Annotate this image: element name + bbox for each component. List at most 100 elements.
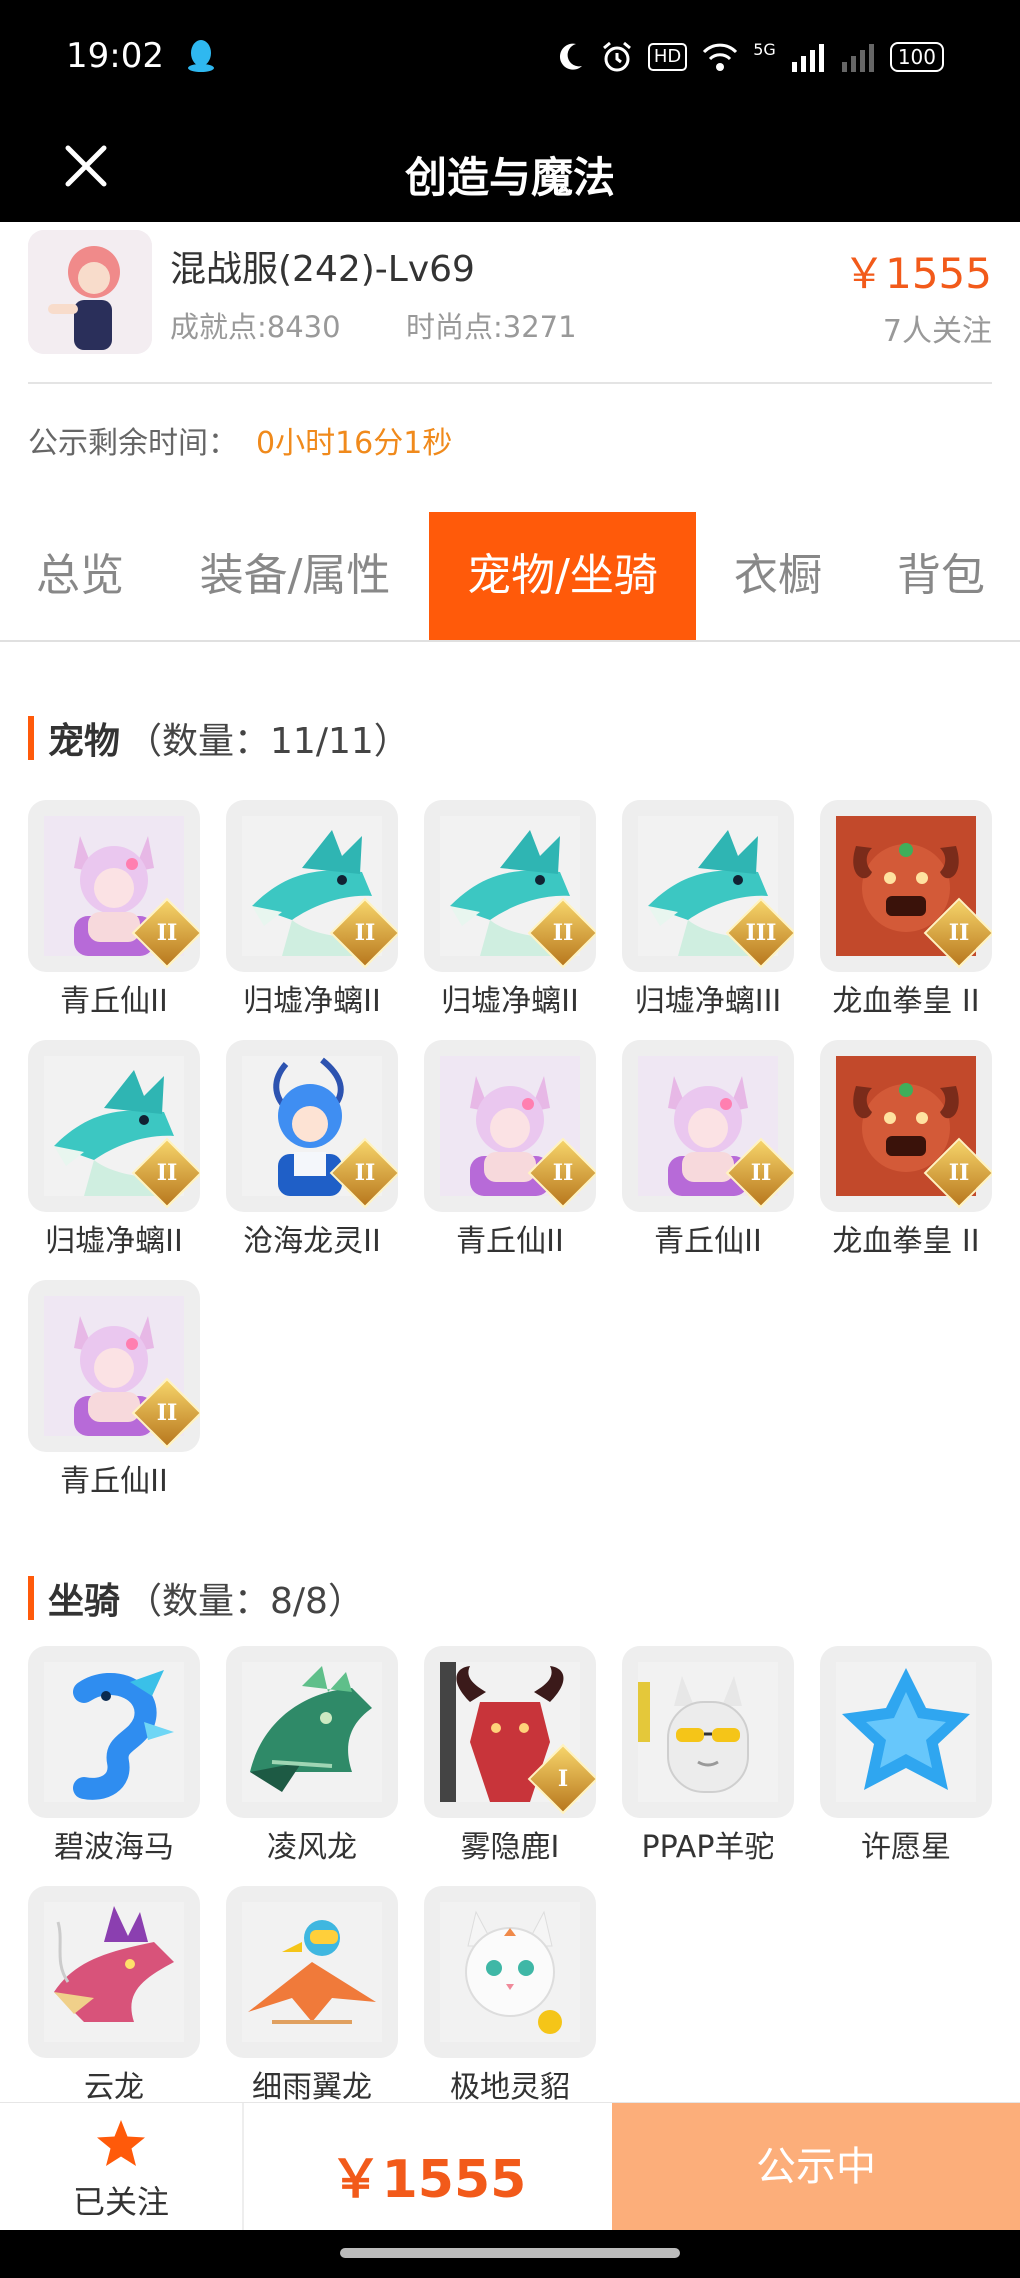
- cyan-dragon-icon: II: [28, 1040, 200, 1212]
- item-name: 青丘仙II: [60, 1464, 168, 1499]
- item-name: 龙血拳皇 II: [832, 984, 980, 1019]
- pet-item[interactable]: II 归墟净螭II: [226, 800, 398, 1030]
- pet-item[interactable]: II 青丘仙II: [424, 1040, 596, 1270]
- navigation-bar: 创造与魔法: [0, 118, 1020, 222]
- red-demon-icon: II: [820, 1040, 992, 1212]
- bottom-price: ￥1555: [329, 2150, 527, 2210]
- pet-item[interactable]: II 归墟净螭II: [28, 1040, 200, 1270]
- tab-pets-mounts[interactable]: 宠物/坐骑: [429, 512, 696, 640]
- grade-label: II: [552, 920, 574, 946]
- item-name: 极地灵貂: [450, 2070, 570, 2102]
- moon-icon: [559, 43, 582, 70]
- hd-icon: HD: [647, 43, 688, 71]
- grade-label: II: [948, 920, 970, 946]
- fox-girl-icon: II: [28, 1280, 200, 1452]
- status-time: 19:02: [66, 36, 164, 76]
- tab-wardrobe[interactable]: 衣橱: [700, 512, 856, 640]
- fox-girl-icon: II: [622, 1040, 794, 1212]
- grade-label: II: [156, 920, 178, 946]
- network-5g-label: 5G: [753, 40, 776, 59]
- seahorse-icon-art: [44, 1662, 184, 1802]
- cyan-dragon-icon: II: [226, 800, 398, 972]
- grade-label: II: [354, 1160, 376, 1186]
- pet-item[interactable]: III 归墟净螭III: [622, 800, 794, 1030]
- mount-item[interactable]: 许愿星: [820, 1646, 992, 1876]
- server-level: 混战服(242)-Lv69: [170, 249, 475, 290]
- account-price: ￥1555: [843, 249, 992, 298]
- mount-item[interactable]: 碧波海马: [28, 1646, 200, 1876]
- cyan-dragon-icon: III: [622, 800, 794, 972]
- pet-item[interactable]: II 归墟净螭II: [424, 800, 596, 1030]
- tab-overview[interactable]: 总览: [0, 512, 160, 640]
- pet-item[interactable]: II 沧海龙灵II: [226, 1040, 398, 1270]
- item-name: 归墟净螭II: [243, 984, 381, 1019]
- green-dragon-icon-art: [242, 1662, 382, 1802]
- seahorse-icon: [28, 1646, 200, 1818]
- pets-section-title: 宠物 （数量：11/11）: [28, 712, 410, 764]
- tab-backpack[interactable]: 背包: [866, 512, 1016, 640]
- grade-label: II: [948, 1160, 970, 1186]
- tab-bar: 总览 装备/属性 宠物/坐骑 衣橱 背包: [0, 512, 1020, 642]
- green-dragon-icon: [226, 1646, 398, 1818]
- mount-item[interactable]: 凌风龙: [226, 1646, 398, 1876]
- home-indicator: [340, 2248, 680, 2258]
- red-deer-icon: I: [424, 1646, 596, 1818]
- follow-button[interactable]: 已关注: [0, 2103, 242, 2231]
- alarm-icon: [602, 41, 631, 72]
- mount-item[interactable]: 极地灵貂: [424, 1886, 596, 2102]
- pet-item[interactable]: II 龙血拳皇 II: [820, 1040, 992, 1270]
- pet-item[interactable]: II 龙血拳皇 II: [820, 800, 992, 1030]
- pterosaur-icon-art: [242, 1902, 382, 2042]
- status-bar: 19:02 HD 5G 100: [0, 0, 1020, 118]
- fox-girl-icon: II: [424, 1040, 596, 1212]
- remaining-time-value: 0小时16分1秒: [256, 426, 453, 461]
- pets-title: 宠物: [48, 721, 121, 762]
- pets-mounts-content: 宠物 （数量：11/11） II 青丘仙II II 归墟净螭II II 归墟净螭II III…: [0, 642, 1020, 2102]
- item-name: 龙血拳皇 II: [832, 1224, 980, 1259]
- pet-item[interactable]: II 青丘仙II: [622, 1040, 794, 1270]
- white-mink-icon-art: [440, 1902, 580, 2042]
- remaining-time-label: 公示剩余时间：: [28, 426, 238, 461]
- bottom-action-bar: 已关注 ￥1555 公示中: [0, 2102, 1020, 2231]
- divider: [28, 382, 992, 384]
- publicity-status-button[interactable]: 公示中: [612, 2103, 1020, 2231]
- follower-count: 7人关注: [882, 314, 992, 349]
- grade-label: I: [557, 1766, 569, 1792]
- mount-item[interactable]: PPAP羊驼: [622, 1646, 794, 1876]
- pet-item[interactable]: II 青丘仙II: [28, 1280, 200, 1510]
- item-name: 沧海龙灵II: [243, 1224, 381, 1259]
- grade-label: II: [354, 920, 376, 946]
- blue-star-icon-art: [836, 1662, 976, 1802]
- alpaca-icon-art: [638, 1662, 778, 1802]
- pterosaur-icon: [226, 1886, 398, 2058]
- mounts-count: （数量：8/8）: [126, 1581, 364, 1622]
- cyan-dragon-icon: II: [424, 800, 596, 972]
- blue-dragon-boy-icon: II: [226, 1040, 398, 1212]
- signal-icon: [791, 44, 824, 72]
- battery-indicator: 100: [889, 42, 944, 72]
- signal-weak-icon: [841, 44, 874, 72]
- red-demon-icon: II: [820, 800, 992, 972]
- item-name: 归墟净螭III: [634, 984, 782, 1019]
- alpaca-icon: [622, 1646, 794, 1818]
- grade-label: II: [552, 1160, 574, 1186]
- gesture-bar: [0, 2230, 1020, 2278]
- grade-label: II: [156, 1160, 178, 1186]
- follow-label: 已关注: [72, 2183, 169, 2221]
- section-accent-bar: [28, 716, 34, 760]
- tab-equipment[interactable]: 装备/属性: [170, 512, 420, 640]
- account-info-card: 混战服(242)-Lv69 成就点:8430 时尚点:3271 ￥1555 7人…: [0, 222, 1020, 512]
- mounts-title: 坐骑: [48, 1581, 121, 1622]
- section-accent-bar: [28, 1576, 34, 1620]
- item-name: 碧波海马: [54, 1830, 174, 1865]
- mount-item[interactable]: 细雨翼龙: [226, 1886, 398, 2102]
- item-name: PPAP羊驼: [641, 1830, 775, 1865]
- character-avatar: [28, 230, 152, 354]
- mount-item[interactable]: I 雾隐鹿I: [424, 1646, 596, 1876]
- mount-item[interactable]: 云龙: [28, 1886, 200, 2102]
- fox-girl-icon: II: [28, 800, 200, 972]
- qq-penguin-icon: [188, 40, 214, 72]
- grade-label: III: [745, 920, 777, 946]
- pet-item[interactable]: II 青丘仙II: [28, 800, 200, 1030]
- item-name: 许愿星: [861, 1830, 951, 1865]
